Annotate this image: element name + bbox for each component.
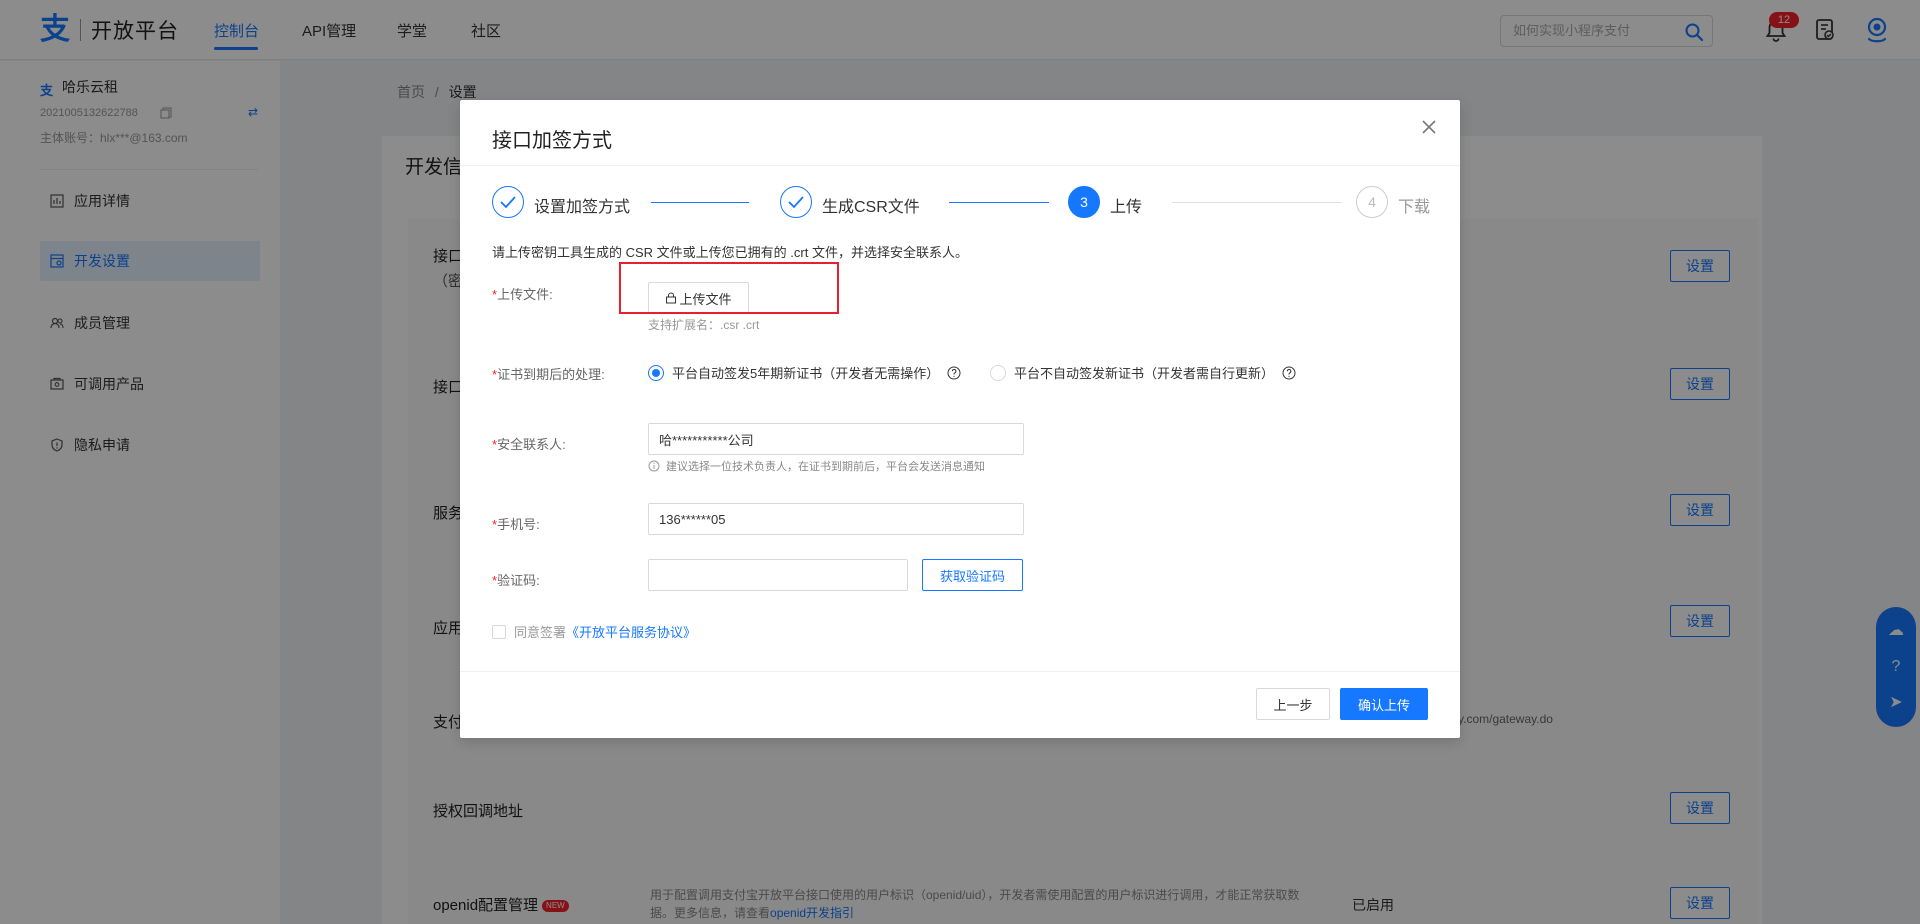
- phone-label: *手机号:: [492, 514, 540, 533]
- close-icon[interactable]: [1420, 118, 1438, 136]
- security-contact-tip: 建议选择一位技术负责人，在证书到期前后，平台会发送消息通知: [648, 458, 985, 474]
- phone-label-text: 手机号:: [497, 517, 540, 532]
- upload-file-label: *上传文件:: [492, 284, 553, 303]
- sign-method-modal: 接口加签方式 设置加签方式 生成CSR文件 3 上传 4 下载 请上传密钥工具生…: [460, 100, 1460, 738]
- modal-footer: 上一步 确认上传: [460, 671, 1460, 738]
- radio-manual-renew[interactable]: 平台不自动签发新证书（开发者需自行更新）: [990, 363, 1296, 382]
- security-contact-input[interactable]: [648, 423, 1024, 455]
- step-1-check-icon: [492, 186, 524, 218]
- radio-manual-renew-dot[interactable]: [990, 364, 1006, 381]
- step-4-number: 4: [1356, 186, 1388, 218]
- question-circle-icon[interactable]: [1282, 366, 1296, 380]
- step-connector-2: [949, 202, 1049, 203]
- expiry-handling-label-text: 证书到期后的处理:: [497, 367, 605, 382]
- previous-step-button[interactable]: 上一步: [1256, 688, 1330, 720]
- modal-title: 接口加签方式: [492, 130, 612, 152]
- step-4-label: 下载: [1398, 199, 1431, 216]
- modal-header: 接口加签方式: [460, 100, 1460, 166]
- phone-input[interactable]: [648, 503, 1024, 535]
- radio-manual-renew-label: 平台不自动签发新证书（开发者需自行更新）: [1014, 366, 1275, 381]
- upload-file-button[interactable]: 上传文件: [648, 282, 749, 314]
- confirm-upload-button[interactable]: 确认上传: [1340, 688, 1428, 720]
- step-1-label: 设置加签方式: [534, 199, 631, 216]
- expiry-handling-label: *证书到期后的处理:: [492, 364, 605, 383]
- upload-instructions: 请上传密钥工具生成的 CSR 文件或上传您已拥有的 .crt 文件，并选择安全联…: [492, 245, 968, 260]
- step-3-number: 3: [1068, 186, 1100, 218]
- upload-file-label-text: 上传文件:: [497, 287, 553, 302]
- radio-auto-renew[interactable]: 平台自动签发5年期新证书（开发者无需操作）: [648, 363, 961, 382]
- verify-code-label: *验证码:: [492, 570, 540, 589]
- agreement-text: 同意签署: [514, 625, 567, 640]
- step-2-check-icon: [780, 186, 812, 218]
- upload-lock-icon: [666, 292, 677, 304]
- agreement-checkbox[interactable]: [492, 624, 506, 639]
- radio-auto-renew-label: 平台自动签发5年期新证书（开发者无需操作）: [672, 366, 940, 381]
- security-contact-label-text: 安全联系人:: [497, 437, 566, 452]
- verify-code-label-text: 验证码:: [497, 573, 540, 588]
- get-code-button[interactable]: 获取验证码: [922, 559, 1023, 591]
- step-3-label: 上传: [1110, 199, 1143, 216]
- steps-indicator: 设置加签方式 生成CSR文件 3 上传 4 下载: [492, 186, 1432, 220]
- step-2-label: 生成CSR文件: [822, 199, 920, 216]
- security-contact-label: *安全联系人:: [492, 434, 566, 453]
- upload-extension-hint: 支持扩展名：.csr .crt: [648, 318, 760, 332]
- service-agreement-link[interactable]: 《开放平台服务协议》: [566, 622, 696, 641]
- upload-file-button-label: 上传文件: [679, 291, 732, 307]
- radio-auto-renew-dot[interactable]: [648, 364, 664, 381]
- step-connector-1: [651, 202, 749, 203]
- info-icon: [648, 460, 660, 472]
- security-contact-tip-text: 建议选择一位技术负责人，在证书到期前后，平台会发送消息通知: [666, 461, 985, 473]
- step-connector-3: [1172, 202, 1342, 203]
- verify-code-input[interactable]: [648, 559, 908, 591]
- question-circle-icon[interactable]: [947, 366, 961, 380]
- agreement-row[interactable]: 同意签署 《开放平台服务协议》: [492, 622, 696, 641]
